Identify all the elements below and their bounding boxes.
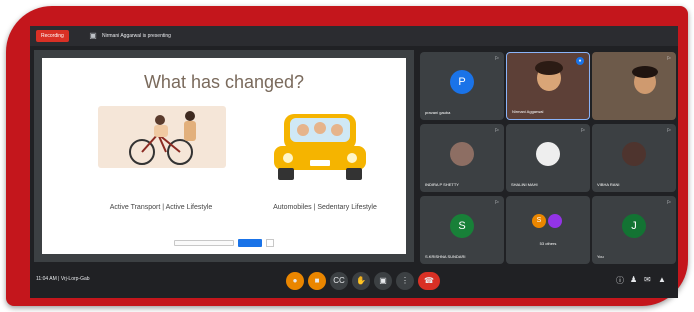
participant-tile[interactable]: ⚐ VIBHA RANI (592, 124, 676, 192)
participant-tile[interactable]: ⚐ SHALINI MAHI (506, 124, 590, 192)
mic-off-icon: ⚐ (494, 56, 499, 62)
slide: What has changed? Active Transport | Act… (42, 58, 406, 254)
participant-tile[interactable]: ⚐ (592, 52, 676, 120)
info-icon: ⓘ (616, 276, 624, 285)
slide-toolbar-square[interactable] (266, 239, 274, 247)
mic-off-icon: ⚐ (494, 200, 499, 206)
recording-badge: Recording (36, 30, 69, 42)
mic-button[interactable]: ● (286, 272, 304, 290)
present-button[interactable]: ▣ (374, 272, 392, 290)
participant-tile-others[interactable]: S 53 others (506, 196, 590, 264)
avatar (622, 142, 646, 166)
info-button[interactable]: ⓘ (616, 275, 624, 286)
people-button[interactable]: ♟ (630, 275, 637, 284)
mic-off-icon: ⚐ (666, 200, 671, 206)
meeting-time-code: 11:04 AM | Vrj-Lorp-Gab (36, 276, 90, 282)
participant-hair (535, 61, 563, 75)
mic-off-icon: ⚐ (666, 56, 671, 62)
page: Recording ▣ Nirmani Aggarwal is presenti… (0, 0, 694, 312)
camera-button[interactable]: ■ (308, 272, 326, 290)
present-icon: ▣ (379, 276, 387, 285)
captions-button[interactable]: CC (330, 272, 348, 290)
slide-title: What has changed? (143, 72, 305, 92)
mic-off-icon: ⚐ (580, 128, 585, 134)
avatar: J (622, 214, 646, 238)
participant-name: S.KRISHNA SUNDARI (425, 254, 466, 259)
mic-icon: ● (576, 57, 584, 65)
hand-icon: ✋ (356, 276, 366, 285)
raise-hand-button[interactable]: ✋ (352, 272, 370, 290)
more-icon: ⋮ (401, 276, 409, 285)
presentation-area[interactable]: What has changed? Active Transport | Act… (34, 50, 414, 262)
bottom-controls: 11:04 AM | Vrj-Lorp-Gab ● ■ CC ✋ ▣ ⋮ ☎ ⓘ… (30, 266, 678, 298)
avatar (536, 142, 560, 166)
cyclist-illustration (98, 106, 226, 168)
participant-tile[interactable]: ⚐ P pravani gauba (420, 52, 504, 120)
chat-button[interactable]: ✉ (644, 275, 651, 284)
participant-hair (632, 66, 658, 78)
top-bar: Recording ▣ Nirmani Aggarwal is presenti… (30, 26, 678, 46)
end-call-icon: ☎ (424, 276, 434, 285)
others-count: 53 others (539, 241, 557, 246)
activities-icon: ▲ (658, 275, 666, 284)
participant-name: Nirmani Aggarwal (512, 109, 544, 114)
avatar: P (450, 70, 474, 94)
participant-name: pravani gauba (425, 110, 451, 115)
meeting-screen: Recording ▣ Nirmani Aggarwal is presenti… (30, 26, 678, 298)
avatar-secondary (548, 214, 562, 228)
avatar: S (532, 214, 546, 228)
participant-name: SHALINI MAHI (511, 182, 538, 187)
avatar (450, 142, 474, 166)
activities-button[interactable]: ▲ (658, 275, 666, 284)
people-icon: ♟ (630, 275, 638, 284)
cyclist-svg (129, 111, 196, 165)
mic-icon: ● (292, 276, 298, 285)
slide-toolbar-input[interactable] (174, 240, 234, 246)
more-button[interactable]: ⋮ (396, 272, 414, 290)
participant-tile-self[interactable]: ⚐ J You (592, 196, 676, 264)
participant-tile[interactable]: ● Nirmani Aggarwal (506, 52, 590, 120)
participant-name: INDIRA P SHETTY (425, 182, 459, 187)
chat-icon: ✉ (644, 275, 651, 284)
car-illustration (270, 102, 370, 186)
left-caption: Active Transport | Active Lifestyle (109, 204, 213, 211)
mic-off-icon: ⚐ (494, 128, 499, 134)
participant-tile[interactable]: ⚐ INDIRA P SHETTY (420, 124, 504, 192)
participant-tile[interactable]: ⚐ S S.KRISHNA SUNDARI (420, 196, 504, 264)
presenting-text: Nirmani Aggarwal is presenting (102, 33, 171, 39)
avatar: S (450, 214, 474, 238)
cam-icon: ■ (314, 276, 320, 285)
participant-name: You (597, 254, 604, 259)
captions-icon: CC (333, 276, 345, 285)
participant-name: VIBHA RANI (597, 182, 620, 187)
car-svg (274, 114, 366, 180)
presentation-icon: ▣ (89, 31, 97, 40)
end-call-button[interactable]: ☎ (418, 272, 440, 290)
slide-toolbar-button[interactable] (238, 239, 262, 247)
mic-off-icon: ⚐ (666, 128, 671, 134)
right-caption: Automobiles | Sedentary Lifestyle (273, 204, 377, 211)
